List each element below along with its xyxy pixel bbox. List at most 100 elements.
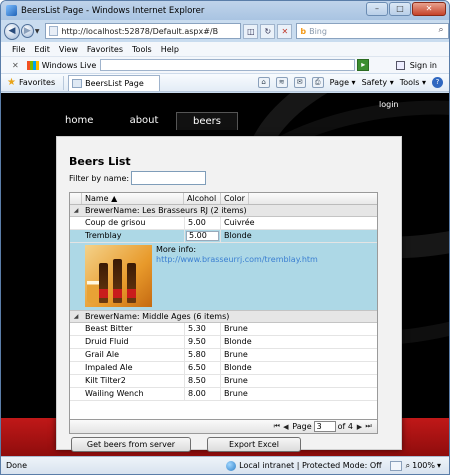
page-number-input[interactable]: 3 — [313, 421, 336, 432]
sign-in-link[interactable]: Sign in — [410, 61, 437, 70]
grid-header: Name ▲ Alcohol Color — [70, 193, 377, 205]
protected-mode-icon[interactable] — [389, 460, 402, 471]
title-bar: BeersList Page - Windows Internet Explor… — [1, 1, 449, 20]
table-row[interactable]: Druid Fluid 9.50 Blonde — [70, 336, 377, 349]
cell-alcohol: 9.50 — [184, 336, 221, 348]
minimize-button[interactable]: – — [366, 2, 388, 16]
table-row[interactable]: Grail Ale 5.80 Brune — [70, 349, 377, 362]
table-row-selected[interactable]: Tremblay 5.00 Blonde — [70, 230, 377, 243]
beers-grid: Name ▲ Alcohol Color ◢ BrewerName: Les B… — [69, 192, 378, 420]
close-window-button[interactable]: ✕ — [412, 2, 446, 16]
beer-image — [85, 245, 152, 307]
divider — [63, 75, 65, 90]
site-nav: home about beers — [65, 112, 238, 130]
refresh-icon[interactable]: ↻ — [260, 23, 276, 39]
search-box[interactable]: b Bing ⌕ — [296, 23, 449, 39]
windows-live-button[interactable]: Windows Live — [26, 60, 96, 70]
maximize-button[interactable]: □ — [389, 2, 411, 16]
feeds-icon[interactable]: ≋ — [275, 77, 288, 88]
favorites-button[interactable]: Favorites — [19, 78, 55, 87]
menu-help[interactable]: Help — [161, 45, 179, 54]
help-icon[interactable]: ? — [432, 77, 443, 88]
edit-icon[interactable] — [395, 60, 405, 70]
home-icon[interactable]: ⌂ — [257, 77, 270, 88]
zoom-control[interactable]: ⌕ 100% ▾ — [406, 461, 441, 471]
column-header-name[interactable]: Name ▲ — [82, 193, 184, 204]
header-spacer — [70, 193, 82, 204]
table-row[interactable]: Beast Bitter 5.30 Brune — [70, 323, 377, 336]
safety-menu[interactable]: Safety ▾ — [362, 78, 394, 87]
first-page-icon[interactable]: ⏮ — [272, 422, 281, 431]
cell-color: Brune — [224, 350, 248, 359]
pager: ⏮ ◀ Page 3 of 4 ▶ ⏭ — [69, 420, 378, 434]
history-dropdown-icon[interactable]: ▼ — [35, 28, 42, 35]
cell-color: Brune — [224, 389, 248, 398]
browser-tab[interactable]: BeersList Page — [68, 74, 161, 91]
search-icon[interactable]: ⌕ — [434, 24, 448, 38]
cell-name: Kilt Tilter2 — [85, 376, 126, 385]
page-count: of 4 — [337, 422, 353, 431]
back-button[interactable]: ◀ — [4, 22, 20, 40]
cell-name: Coup de grisou — [85, 218, 146, 227]
close-toolbar-icon[interactable]: ✕ — [12, 61, 19, 70]
menu-favorites[interactable]: Favorites — [87, 45, 123, 54]
live-search-go-icon[interactable]: ▸ — [357, 59, 370, 71]
group-header[interactable]: ◢ BrewerName: Middle Ages (6 items) — [70, 311, 377, 323]
address-bar[interactable]: http://localhost:52878/Default.aspx#/B — [45, 23, 242, 39]
collapse-icon[interactable]: ◢ — [70, 207, 82, 214]
cell-alcohol: 8.00 — [184, 388, 221, 400]
cell-name: Grail Ale — [85, 350, 119, 359]
login-link[interactable]: login — [379, 100, 399, 109]
globe-icon — [226, 460, 237, 471]
menu-file[interactable]: File — [12, 45, 25, 54]
tools-menu[interactable]: Tools ▾ — [400, 78, 426, 87]
table-row[interactable]: Kilt Tilter2 8.50 Brune — [70, 375, 377, 388]
mail-icon[interactable]: ✉ — [293, 77, 306, 88]
menu-bar: File Edit View Favorites Tools Help — [1, 42, 449, 56]
menu-edit[interactable]: Edit — [34, 45, 50, 54]
print-icon[interactable]: ⎙ — [311, 77, 324, 88]
stop-icon[interactable]: ✕ — [277, 23, 293, 39]
filter-label: Filter by name: — [69, 173, 130, 183]
security-zone[interactable]: Local intranet | Protected Mode: Off — [239, 461, 381, 470]
cell-alcohol: 8.50 — [184, 375, 221, 387]
favorites-star-icon[interactable]: ★ — [7, 77, 16, 88]
export-excel-button[interactable]: Export Excel — [207, 437, 301, 452]
table-row[interactable]: Coup de grisou 5.00 Cuivrée — [70, 217, 377, 230]
collapse-icon[interactable]: ◢ — [70, 313, 82, 320]
ie-window: BeersList Page - Windows Internet Explor… — [0, 0, 450, 475]
chevron-down-icon: ▾ — [436, 461, 441, 470]
column-header-alcohol[interactable]: Alcohol — [184, 193, 221, 204]
beers-panel: Beers List Filter by name: Name ▲ Alcoho… — [56, 136, 402, 452]
more-info-link[interactable]: http://www.brasseurrj.com/tremblay.htm — [156, 255, 318, 264]
column-header-color[interactable]: Color — [221, 193, 249, 204]
windows-logo-icon — [26, 60, 39, 70]
cell-alcohol-editor[interactable]: 5.00 — [186, 231, 219, 241]
compat-view-icon[interactable]: ◫ — [243, 23, 259, 39]
live-search-input[interactable] — [100, 59, 356, 71]
page-viewport: login home about beers Beers List Filter… — [1, 93, 449, 456]
cell-name: Druid Fluid — [85, 337, 129, 346]
table-row[interactable]: Impaled Ale 6.50 Blonde — [70, 362, 377, 375]
cell-name: Wailing Wench — [85, 389, 144, 398]
last-page-icon[interactable]: ⏭ — [364, 422, 373, 431]
table-row[interactable]: Wailing Wench 8.00 Brune — [70, 388, 377, 401]
group-label: BrewerName: Les Brasseurs RJ (2 items) — [85, 206, 247, 215]
cell-color: Blonde — [224, 337, 252, 346]
next-page-icon[interactable]: ▶ — [355, 423, 364, 431]
prev-page-icon[interactable]: ◀ — [281, 423, 290, 431]
address-row: ◀ ▶ ▼ http://localhost:52878/Default.asp… — [1, 20, 449, 42]
tab-title: BeersList Page — [85, 78, 144, 88]
group-header[interactable]: ◢ BrewerName: Les Brasseurs RJ (2 items) — [70, 205, 377, 217]
menu-view[interactable]: View — [59, 45, 78, 54]
menu-tools[interactable]: Tools — [132, 45, 152, 54]
forward-button[interactable]: ▶ — [20, 24, 34, 38]
get-beers-button[interactable]: Get beers from server — [71, 437, 191, 452]
search-placeholder: Bing — [309, 26, 327, 36]
nav-home[interactable]: home — [65, 112, 93, 130]
row-details: More info: http://www.brasseurrj.com/tre… — [70, 243, 377, 311]
nav-beers[interactable]: beers — [176, 112, 238, 130]
filter-input[interactable] — [131, 171, 207, 185]
page-menu[interactable]: Page ▾ — [330, 78, 356, 87]
nav-about[interactable]: about — [129, 112, 159, 130]
